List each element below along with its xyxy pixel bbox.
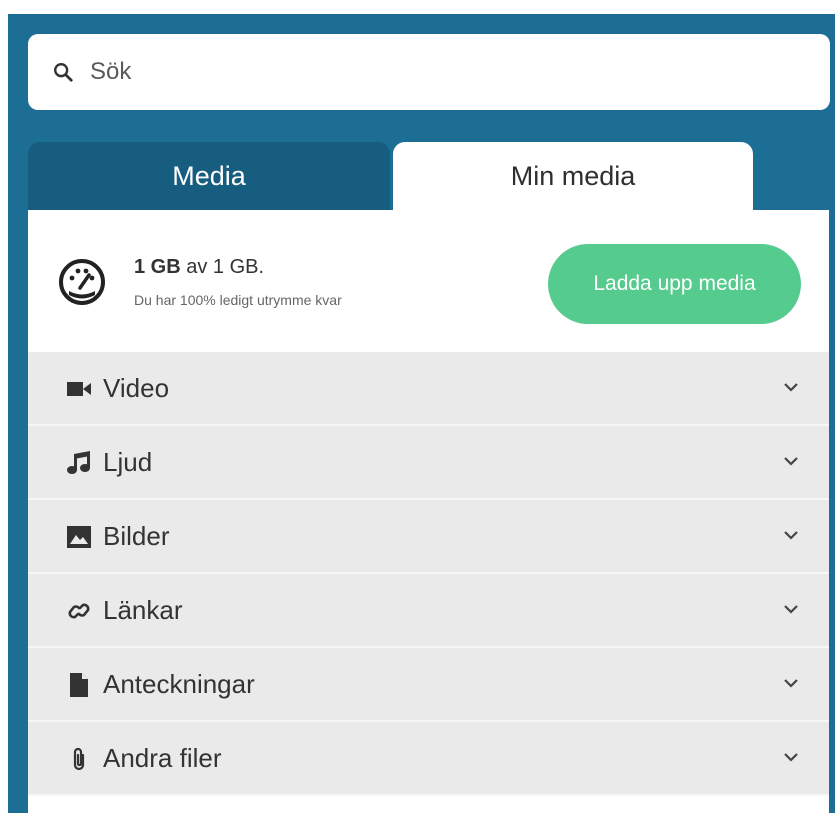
tab-media[interactable]: Media xyxy=(28,142,390,210)
category-label: Anteckningar xyxy=(103,669,255,699)
search-icon xyxy=(54,63,73,82)
upload-media-button[interactable]: Ladda upp media xyxy=(548,244,801,324)
image-icon xyxy=(67,526,91,548)
category-images[interactable]: Bilder xyxy=(28,500,829,574)
media-panel-frame: Media Min media 1 GB av 1 GB. Du har 100… xyxy=(8,14,835,813)
chevron-down-icon xyxy=(784,457,798,466)
category-label: Bilder xyxy=(103,521,170,551)
storage-used-amount: 1 GB xyxy=(134,256,181,278)
tab-my-media[interactable]: Min media xyxy=(393,142,753,210)
search-box[interactable] xyxy=(28,34,830,110)
storage-total: av 1 GB. xyxy=(180,256,265,278)
link-icon xyxy=(68,603,90,619)
chevron-down-icon xyxy=(784,531,798,540)
category-label: Ljud xyxy=(103,447,153,477)
tab-media-label: Media xyxy=(172,160,246,191)
chevron-down-icon xyxy=(784,605,798,614)
tab-my-media-label: Min media xyxy=(510,160,636,191)
search-input[interactable] xyxy=(90,58,690,86)
chevron-down-icon xyxy=(784,753,798,762)
category-label: Andra filer xyxy=(103,743,222,773)
chevron-down-icon xyxy=(784,383,798,392)
category-links[interactable]: Länkar xyxy=(28,574,829,648)
category-video[interactable]: Video xyxy=(28,352,829,426)
storage-usage: 1 GB av 1 GB. xyxy=(134,256,264,279)
music-note-icon xyxy=(67,451,90,474)
video-camera-icon xyxy=(67,382,91,396)
paperclip-icon xyxy=(73,747,85,771)
category-notes[interactable]: Anteckningar xyxy=(28,648,829,722)
category-other-files[interactable]: Andra filer xyxy=(28,722,829,796)
category-label: Länkar xyxy=(103,595,183,625)
speedometer-icon xyxy=(59,259,105,305)
category-audio[interactable]: Ljud xyxy=(28,426,829,500)
chevron-down-icon xyxy=(784,679,798,688)
my-media-panel: 1 GB av 1 GB. Du har 100% ledigt utrymme… xyxy=(28,210,829,813)
storage-free-text: Du har 100% ledigt utrymme kvar xyxy=(134,292,342,308)
document-icon xyxy=(70,673,88,697)
category-list: Video Ljud Bilder Länkar Anteckningar An… xyxy=(28,352,829,796)
storage-info: 1 GB av 1 GB. Du har 100% ledigt utrymme… xyxy=(28,210,829,352)
category-label: Video xyxy=(103,373,170,403)
